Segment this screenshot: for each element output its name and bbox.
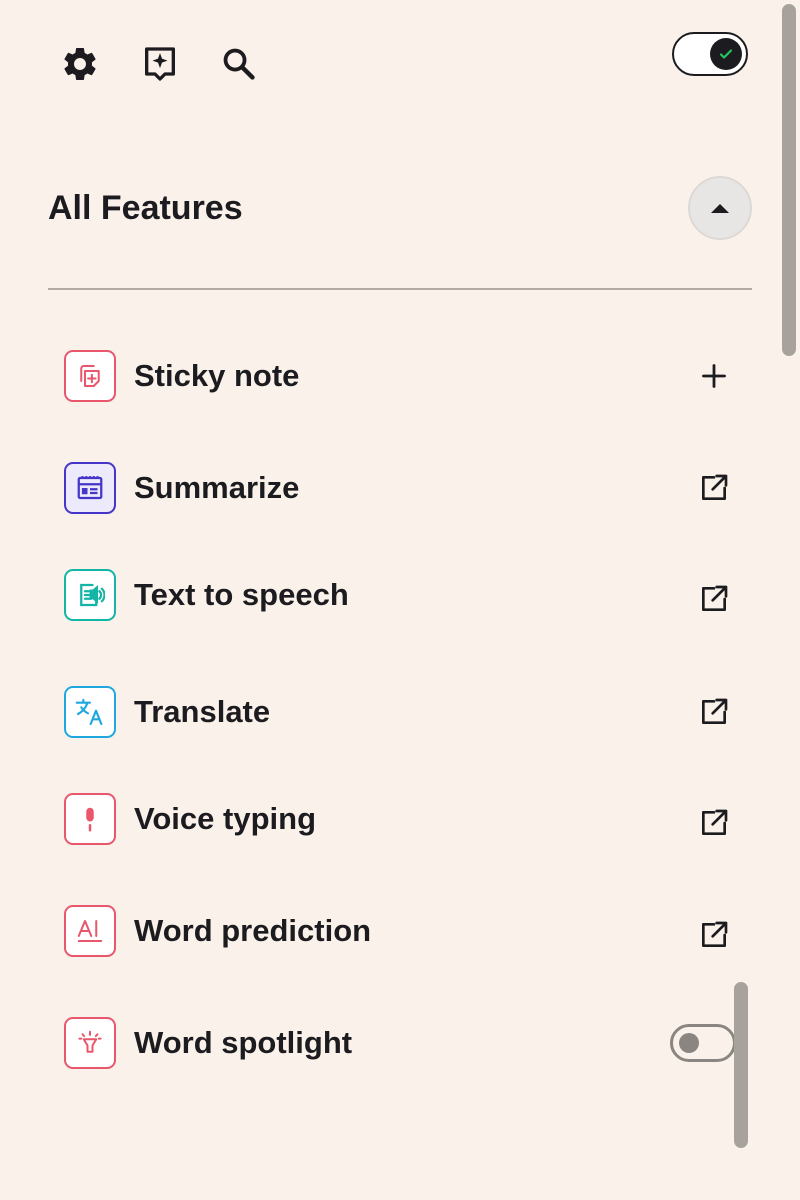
collapse-button[interactable] (688, 176, 752, 240)
feature-label: Word prediction (134, 913, 372, 948)
feature-label: Word spotlight (134, 1025, 353, 1060)
feature-label: Text to speech (134, 577, 349, 612)
settings-button[interactable] (58, 42, 102, 86)
open-translate-button[interactable] (692, 690, 736, 734)
master-toggle[interactable] (672, 32, 748, 76)
feature-row-summarize[interactable]: Summarize (64, 462, 736, 514)
text-to-speech-icon-tile (64, 569, 116, 621)
summarize-icon-tile (64, 462, 116, 514)
sticky-note-icon (80, 365, 100, 387)
section-title: All Features (48, 189, 243, 227)
external-link-icon (702, 474, 728, 500)
plus-icon (702, 364, 726, 388)
word-spotlight-icon-tile (64, 1017, 116, 1069)
divider (48, 288, 752, 290)
external-link-icon (702, 698, 728, 724)
feature-row-translate[interactable]: Translate (64, 686, 736, 738)
translate-icon-tile (64, 686, 116, 738)
caret-up-icon (711, 204, 729, 213)
feature-row-word-spotlight[interactable]: Word spotlight (64, 1017, 736, 1069)
feature-row-word-prediction[interactable]: Word prediction (64, 905, 736, 957)
feature-label: Voice typing (134, 801, 317, 836)
toggle-knob (679, 1033, 699, 1053)
summarize-icon (77, 476, 103, 500)
open-word-prediction-button[interactable] (692, 913, 736, 957)
search-button[interactable] (217, 42, 261, 86)
page-scrollbar[interactable] (782, 4, 796, 356)
voice-typing-icon-tile (64, 793, 116, 845)
open-voice-typing-button[interactable] (692, 801, 736, 845)
word-spotlight-toggle[interactable] (670, 1024, 736, 1062)
microphone-icon (86, 807, 94, 832)
spotlight-icon (78, 1030, 102, 1053)
feature-label: Summarize (134, 470, 300, 505)
feature-row-text-to-speech[interactable]: Text to speech (64, 569, 736, 621)
checkmark-icon (719, 49, 733, 59)
search-icon (223, 48, 255, 80)
gear-icon (64, 47, 96, 80)
sticky-note-icon-tile (64, 350, 116, 402)
open-text-to-speech-button[interactable] (692, 577, 736, 621)
feature-label: Sticky note (134, 358, 300, 393)
toggle-knob (710, 38, 742, 70)
feature-row-voice-typing[interactable]: Voice typing (64, 793, 736, 845)
translate-icon (75, 698, 103, 726)
list-scrollbar[interactable] (734, 982, 748, 1148)
word-prediction-icon-tile (64, 905, 116, 957)
text-to-speech-icon (80, 583, 105, 607)
external-link-icon (702, 921, 728, 947)
sparkle-note-icon (145, 47, 175, 81)
word-prediction-icon (77, 920, 103, 942)
open-summarize-button[interactable] (692, 466, 736, 510)
feature-row-sticky-note[interactable]: Sticky note (64, 350, 736, 402)
external-link-icon (702, 809, 728, 835)
feature-label: Translate (134, 694, 271, 729)
add-sticky-note-button[interactable] (692, 354, 736, 398)
external-link-icon (702, 585, 728, 611)
ai-assistant-button[interactable] (138, 42, 182, 86)
